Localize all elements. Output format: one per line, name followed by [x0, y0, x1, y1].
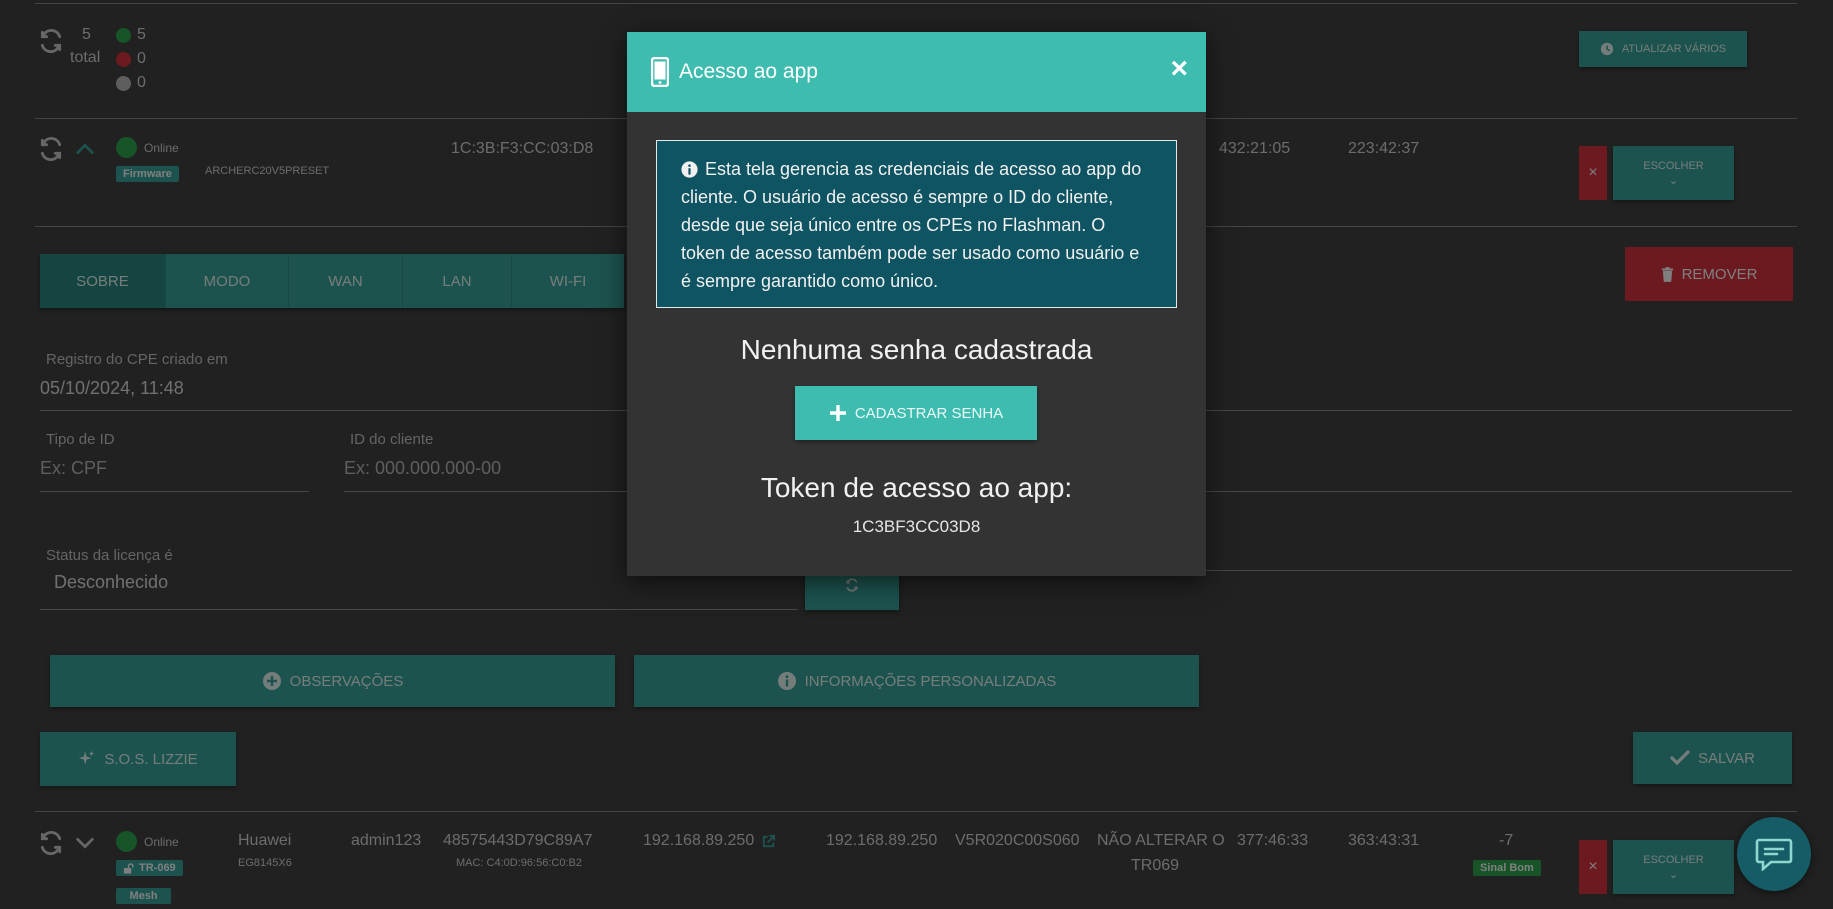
app-access-modal: Acesso ao app × Esta tela gerencia as cr…	[627, 32, 1206, 576]
token-value: 1C3BF3CC03D8	[852, 517, 981, 536]
register-password-label: CADASTRAR SENHA	[854, 404, 1004, 422]
modal-title: Acesso ao app	[679, 60, 818, 83]
close-icon[interactable]: ×	[1170, 54, 1188, 84]
info-text: Esta tela gerencia as credenciais de ace…	[681, 159, 1142, 291]
token-heading: Token de acesso ao app:	[760, 472, 1073, 503]
plus-icon	[829, 405, 846, 421]
register-password-button[interactable]: CADASTRAR SENHA	[795, 386, 1037, 440]
no-password-heading: Nenhuma senha cadastrada	[740, 334, 1093, 365]
chat-icon	[1755, 838, 1793, 871]
modal-header: Acesso ao app ×	[627, 32, 1206, 112]
info-icon	[681, 161, 698, 178]
mobile-phone-icon	[651, 57, 669, 87]
chat-button[interactable]	[1737, 817, 1811, 891]
info-box: Esta tela gerencia as credenciais de ace…	[656, 140, 1177, 308]
